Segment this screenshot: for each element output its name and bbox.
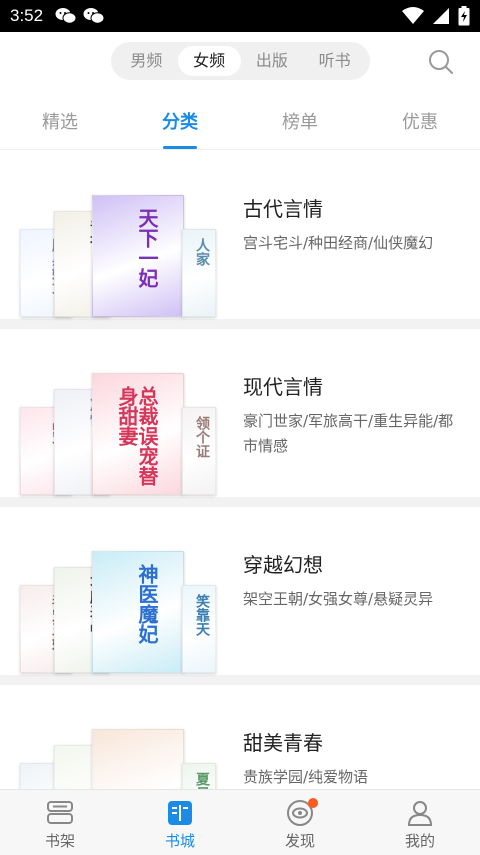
nav-label: 发现 [284, 832, 315, 850]
book-cover: 领个证 [182, 407, 216, 495]
wechat-icon [83, 8, 105, 24]
profile-icon [407, 801, 433, 826]
book-cover: 天下一妃 [92, 195, 184, 317]
bookstore-icon [168, 801, 192, 825]
cover-stack: 夏日 [20, 727, 220, 789]
tab-ranking[interactable]: 榜单 [240, 98, 360, 149]
status-bar: 3:52 [0, 0, 480, 32]
cover-title-text: 神医魔妃 [135, 564, 159, 644]
cover-title-text: 领个证 [194, 416, 210, 458]
cover-title-text: 夏日 [194, 772, 210, 789]
book-cover: 神医魔妃 [92, 551, 184, 673]
bookshelf-icon [47, 801, 73, 824]
category-subtitle: 豪门世家/军旅高干/重生异能/都市情感 [243, 412, 454, 455]
cover-title-text: 总裁误宠替身甜妻 [115, 386, 159, 486]
nav-bookshelf[interactable]: 书架 [0, 790, 120, 855]
wifi-icon [402, 7, 424, 24]
channel-audio[interactable]: 听书 [303, 46, 366, 76]
divider [0, 497, 480, 507]
top-tabs: 精选 分类 榜单 优惠 [0, 98, 480, 150]
category-item[interactable]: 夏日 甜美青春 贵族学园/纯爱物语 [0, 685, 480, 789]
channel-female[interactable]: 女频 [177, 46, 241, 76]
cover-title-text: 人家 [194, 238, 210, 266]
category-title: 穿越幻想 [243, 553, 323, 577]
book-cover: 夏日 [182, 763, 216, 789]
nav-bookstore[interactable]: 书城 [120, 790, 240, 855]
cover-stack: 腹黑嫡女 青衣 天下一妃 人家 [20, 193, 220, 317]
book-cover: 人家 [182, 229, 216, 317]
nav-label: 书架 [44, 832, 75, 850]
category-title: 现代言情 [243, 375, 323, 399]
notification-dot [308, 798, 318, 808]
divider [0, 675, 480, 685]
category-title: 古代言情 [243, 197, 323, 221]
category-item[interactable]: 毒宠王妃 不服来战 神医魔妃 笑靠天 穿越幻想 架空王朝/女强女尊/悬疑灵异 [0, 507, 480, 675]
channel-male[interactable]: 男频 [115, 46, 178, 76]
category-title: 甜美青春 [243, 731, 323, 755]
category-item[interactable]: 腹黑嫡女 青衣 天下一妃 人家 古代言情 宫斗宅斗/种田经商/仙侠魔幻 [0, 151, 480, 319]
signal-icon [433, 8, 449, 24]
nav-label: 书城 [164, 832, 195, 850]
book-cover: 笑靠天 [182, 585, 216, 673]
category-item[interactable]: 品宠 冷情 总裁误宠替身甜妻 领个证 现代言情 豪门世家/军旅高干/重生异能/都… [0, 329, 480, 497]
battery-icon [458, 6, 470, 26]
channel-publish[interactable]: 出版 [241, 46, 304, 76]
category-list: 腹黑嫡女 青衣 天下一妃 人家 古代言情 宫斗宅斗/种田经商/仙侠魔幻 品宠 冷… [0, 151, 480, 789]
tab-discount[interactable]: 优惠 [360, 98, 480, 149]
bottom-nav: 书架 书城 发现 我的 [0, 789, 480, 855]
cover-title-text: 天下一妃 [135, 208, 159, 288]
tab-category[interactable]: 分类 [120, 98, 240, 149]
cover-stack: 品宠 冷情 总裁误宠替身甜妻 领个证 [20, 371, 220, 495]
nav-profile[interactable]: 我的 [360, 790, 480, 855]
nav-label: 我的 [404, 832, 435, 850]
status-time: 3:52 [10, 6, 44, 25]
book-cover: 总裁误宠替身甜妻 [92, 373, 184, 495]
divider [0, 319, 480, 329]
cover-stack: 毒宠王妃 不服来战 神医魔妃 笑靠天 [20, 549, 220, 673]
nav-discover[interactable]: 发现 [240, 790, 360, 855]
category-subtitle: 贵族学园/纯爱物语 [243, 768, 369, 786]
channel-switcher: 男频 女频 出版 听书 [111, 42, 370, 80]
cover-title-text: 笑靠天 [194, 594, 210, 636]
tab-featured[interactable]: 精选 [0, 98, 120, 149]
category-subtitle: 宫斗宅斗/种田经商/仙侠魔幻 [243, 234, 434, 252]
book-cover [92, 729, 184, 789]
wechat-icon [55, 8, 77, 24]
category-subtitle: 架空王朝/女强女尊/悬疑灵异 [243, 590, 434, 608]
search-icon[interactable] [428, 49, 454, 75]
